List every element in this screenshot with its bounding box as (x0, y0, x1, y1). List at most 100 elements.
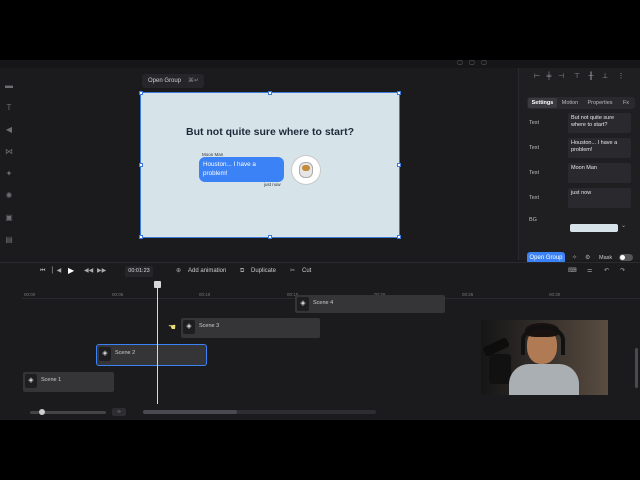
toggle-knob (620, 255, 625, 260)
resize-handle[interactable] (268, 91, 272, 95)
text-row-label: Text (529, 120, 540, 126)
webcam-overlay (481, 320, 608, 395)
toolbar-box-icon[interactable]: ▢ (480, 60, 488, 66)
resize-handle[interactable] (397, 91, 401, 95)
timeline-scroll-thumb[interactable] (143, 410, 237, 414)
canvas-title[interactable]: But not quite sure where to start? (141, 126, 399, 138)
scene-clip[interactable]: ◈ Scene 3 (181, 318, 320, 338)
folder-icon[interactable]: ▬ (5, 82, 13, 90)
mouse-cursor-icon: ☚ (168, 322, 177, 332)
chevron-down-icon[interactable]: ⌄ (621, 222, 626, 229)
layers-icon: ◈ (297, 297, 309, 311)
scene-clip-selected[interactable]: ◈ Scene 2 (97, 345, 206, 365)
message-time[interactable]: just now (264, 182, 281, 187)
toolbar-box-icon[interactable]: ▢ (468, 60, 476, 66)
keyboard-icon[interactable]: ⌨ (568, 267, 577, 275)
scene-clip-label: Scene 3 (199, 323, 220, 329)
bg-color-swatch[interactable] (570, 224, 618, 232)
sliders-icon[interactable]: ⚌ (587, 267, 592, 275)
ruler-tick: 00:10 (199, 292, 211, 297)
undo-icon[interactable]: ↶ (604, 267, 609, 275)
playhead[interactable] (157, 284, 158, 404)
audio-icon[interactable]: ◀ (5, 126, 13, 134)
headphones (521, 325, 565, 355)
cut-button[interactable]: Cut (302, 267, 311, 275)
scene-clip[interactable]: ◈ Scene 4 (295, 295, 445, 313)
gear-icon[interactable]: ⚙ (585, 254, 590, 261)
toolbar-box-icon[interactable]: ▢ (456, 60, 464, 66)
step-back-icon[interactable]: ▏◀ (52, 267, 61, 275)
tab-motion[interactable]: Motion (558, 98, 582, 108)
scene-clip-label: Scene 1 (41, 377, 62, 383)
scene-canvas[interactable]: But not quite sure where to start? Moon … (139, 91, 401, 239)
text-row-label: Text (529, 195, 540, 201)
media-icon[interactable]: ▣ (5, 214, 13, 222)
text-row-label: Text (529, 145, 540, 151)
open-group-chip[interactable]: Open Group ⌘↵ (142, 74, 204, 88)
resize-handle[interactable] (397, 235, 401, 239)
align-left-icon[interactable]: ⊢ (533, 72, 541, 82)
align-right-icon[interactable]: ⊣ (557, 72, 565, 82)
duplicate-icon[interactable]: ⧉ (240, 267, 244, 275)
scene-clip[interactable]: ◈ Scene 1 (23, 372, 114, 392)
text-icon[interactable]: T (5, 104, 13, 112)
redo-icon[interactable]: ↷ (620, 267, 625, 275)
zoom-slider-knob[interactable] (39, 409, 45, 415)
scissors-icon[interactable]: ✂ (290, 267, 295, 275)
align-middle-icon[interactable]: ╫ (587, 72, 595, 82)
mask-label: Mask (599, 255, 613, 261)
ruler-tick: 00:25 (462, 292, 474, 297)
distribute-icon[interactable]: ⋮ (617, 72, 625, 82)
layout-icon[interactable]: ▤ (5, 236, 13, 244)
vertical-scrollbar[interactable] (635, 348, 638, 388)
forward-icon[interactable]: ▶▶ (97, 267, 106, 275)
resize-handle[interactable] (139, 163, 143, 167)
add-animation-icon[interactable]: ⊕ (176, 267, 181, 275)
ruler-tick: 00:05 (112, 292, 124, 297)
resize-handle[interactable] (139, 235, 143, 239)
layers-icon: ◈ (183, 320, 195, 334)
add-animation-button[interactable]: Add animation (188, 267, 226, 275)
effects-icon[interactable]: ✦ (5, 170, 13, 178)
text-field-time[interactable]: just now (568, 188, 631, 208)
text-field-title[interactable]: But not quite sure where to start? (568, 113, 631, 133)
layers-icon: ◈ (25, 374, 37, 388)
playhead-handle[interactable] (154, 281, 161, 288)
shortcut-hint: ⌘↵ (187, 78, 199, 84)
align-toolbar: ⊢ ╪ ⊣ ⊤ ╫ ⊥ ⋮ (519, 72, 640, 82)
settings-icon[interactable]: ✺ (5, 192, 13, 200)
resize-handle[interactable] (268, 235, 272, 239)
tab-fx[interactable]: Fx (618, 98, 634, 108)
sparkle-icon[interactable]: ✧ (572, 254, 577, 261)
astronaut-avatar[interactable] (292, 156, 320, 184)
text-field-message[interactable]: Houston... I have a problem! (568, 138, 631, 158)
align-top-icon[interactable]: ⊤ (573, 72, 581, 82)
top-toolbar: ▢ ▢ ▢ (0, 60, 640, 68)
play-icon[interactable]: ▶ (68, 267, 74, 275)
skip-back-icon[interactable]: ⏮ (40, 267, 45, 275)
layers-icon: ◈ (99, 347, 111, 361)
tab-properties[interactable]: Properties (583, 98, 617, 108)
text-row-label: Text (529, 170, 540, 176)
align-bottom-icon[interactable]: ⊥ (601, 72, 609, 82)
open-group-chip-label: Open Group (148, 78, 182, 84)
microphone (489, 354, 511, 384)
align-center-h-icon[interactable]: ╪ (545, 72, 553, 82)
resize-handle[interactable] (139, 91, 143, 95)
ruler-tick: 00:00 (24, 292, 36, 297)
resize-handle[interactable] (397, 163, 401, 167)
message-bubble[interactable]: Houston... I have a problem! (199, 157, 284, 182)
timeline-toolbar: ⏮ ▏◀ ▶ ◀◀ ▶▶ ⊕ Add animation ⧉ Duplicate… (0, 262, 640, 279)
panel-tabs: Settings Motion Properties Fx (527, 97, 635, 109)
transition-icon[interactable]: ⋈ (5, 148, 13, 156)
text-field-sender[interactable]: Moon Man (568, 163, 631, 183)
properties-panel: ⊢ ╪ ⊣ ⊤ ╫ ⊥ ⋮ Settings Motion Properties… (518, 68, 640, 264)
presenter-shirt (509, 364, 579, 395)
mask-toggle[interactable] (619, 254, 633, 261)
current-time: 00:01:23 (125, 266, 153, 277)
tab-settings[interactable]: Settings (528, 98, 557, 108)
fit-icon[interactable]: ‹› (112, 408, 126, 416)
ruler-tick: 00:30 (549, 292, 561, 297)
rewind-icon[interactable]: ◀◀ (84, 267, 93, 275)
duplicate-button[interactable]: Duplicate (251, 267, 276, 275)
